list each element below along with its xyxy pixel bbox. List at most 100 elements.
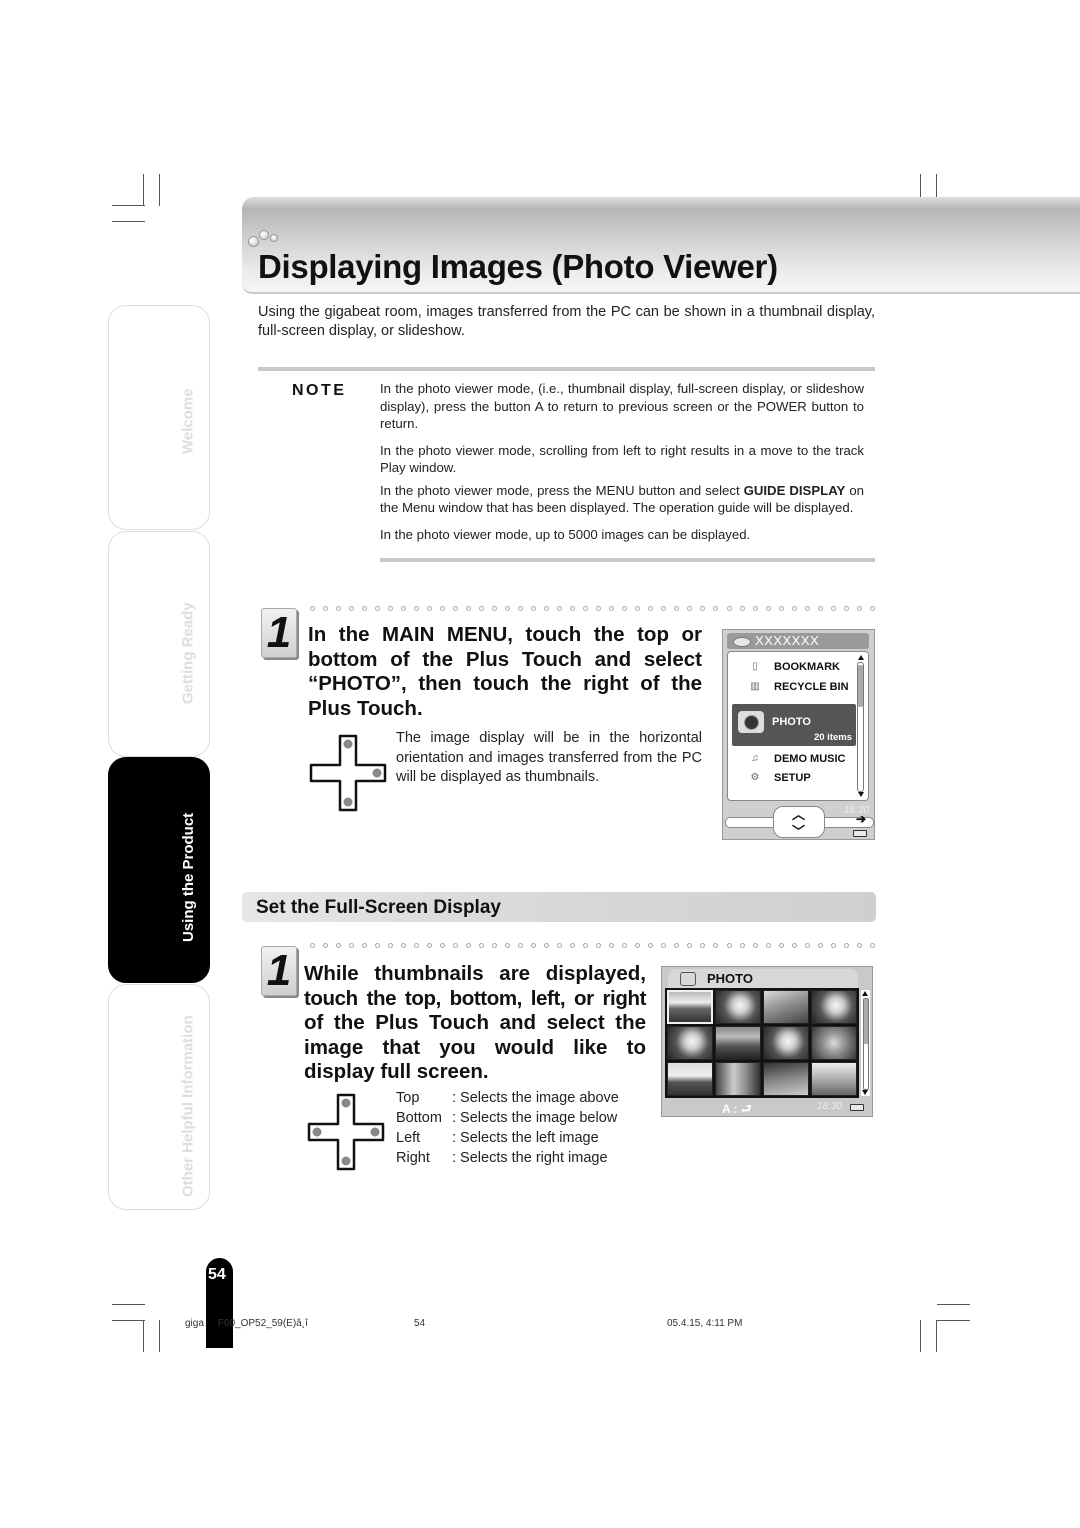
divider-dot — [479, 943, 485, 948]
step-number: 1 — [261, 608, 297, 658]
photo-thumbnail-road[interactable] — [667, 1062, 713, 1096]
divider-dot — [622, 943, 628, 948]
menu-item-setup[interactable]: SETUP — [774, 772, 811, 784]
divider-dot — [622, 606, 628, 611]
scroll-up-icon[interactable] — [862, 991, 868, 996]
divider-dot — [388, 943, 394, 948]
divider-dot — [505, 606, 511, 611]
crop-mark — [159, 1320, 160, 1352]
menu-item-recycle-bin[interactable]: RECYCLE BIN — [774, 681, 849, 693]
divider-dot — [648, 606, 654, 611]
photo-thumbnail-railway[interactable] — [763, 990, 809, 1024]
page-number: 54 — [208, 1266, 226, 1283]
divider-dot — [674, 606, 680, 611]
photo-thumbnail-cat[interactable] — [667, 1026, 713, 1060]
menu-item-photo[interactable]: PHOTO 20 items — [732, 704, 856, 746]
plus-touch-control: ︿ ﹀ 18:30 ➔ — [723, 805, 874, 839]
divider-dot — [843, 943, 849, 948]
scroll-up-icon[interactable] — [858, 655, 864, 660]
divider-dot — [583, 943, 589, 948]
intro-paragraph: Using the gigabeat room, images transfer… — [258, 304, 875, 339]
section-header: Set the Full-Screen Display — [242, 892, 876, 922]
divider-dot — [362, 606, 368, 611]
divider-dot — [453, 943, 459, 948]
divider-dot — [388, 606, 394, 611]
step-heading-line: of the Plus Touch and select the — [304, 1011, 646, 1034]
sidebar-tab-getting-ready[interactable]: Getting Ready — [108, 531, 210, 757]
divider-dot — [323, 943, 329, 948]
photo-thumbnail-building[interactable] — [811, 1062, 857, 1096]
scrollbar-thumb[interactable] — [858, 665, 863, 707]
crop-mark — [920, 1320, 921, 1352]
divider-dot — [570, 943, 576, 948]
step-description: The image display will be in the horizon… — [396, 730, 702, 785]
print-footer-datetime: 05.4.15, 4:11 PM — [667, 1318, 743, 1329]
photo-thumbnail-dog[interactable] — [811, 1026, 857, 1060]
photo-thumbnail-cat[interactable] — [811, 990, 857, 1024]
photo-thumbnail-cat[interactable] — [763, 1026, 809, 1060]
battery-icon — [853, 830, 867, 837]
divider-dot — [843, 606, 849, 611]
sidebar-tab-label: Welcome — [180, 388, 197, 454]
chevron-down-icon: ﹀ — [792, 824, 806, 839]
photo-scrollbar[interactable] — [861, 990, 870, 1096]
section-title: Set the Full-Screen Display — [256, 897, 501, 918]
crop-mark — [112, 205, 145, 206]
divider-dot — [648, 943, 654, 948]
scrollbar-track[interactable] — [863, 998, 869, 1090]
photo-thumbnail-city-skyline[interactable] — [715, 1026, 761, 1060]
direction-key: Left — [396, 1130, 421, 1146]
sidebar-tab-using-the-product[interactable]: Using the Product — [108, 757, 210, 983]
crop-mark — [937, 1304, 970, 1305]
divider-dot — [596, 943, 602, 948]
disc-icon — [733, 637, 751, 647]
step-heading-line: “PHOTO”, then touch the right of the — [308, 672, 702, 695]
divider-dot — [856, 943, 862, 948]
menu-item-bookmark[interactable]: BOOKMARK — [774, 661, 840, 673]
divider-dot — [414, 606, 420, 611]
scrollbar-thumb[interactable] — [864, 999, 868, 1044]
divider-dot — [869, 606, 875, 611]
photo-title-tab: PHOTO — [668, 969, 858, 988]
divider-dot — [700, 606, 706, 611]
bubble-decoration — [248, 236, 259, 247]
plus-touch-vertical[interactable]: ︿ ﹀ — [773, 806, 825, 839]
menu-scrollbar[interactable] — [857, 662, 864, 792]
device-photo-thumbnail-screen: PHOTO A : ⮐ 18:30 — [661, 966, 873, 1117]
divider-dot — [674, 943, 680, 948]
divider-dot — [505, 943, 511, 948]
sidebar-tab-other-helpful-information[interactable]: Other Helpful Information — [108, 984, 210, 1210]
step-heading: In the MAIN MENU, touch the top or botto… — [308, 623, 702, 721]
divider-dot — [869, 943, 875, 948]
divider-dot — [544, 606, 550, 611]
recycle-bin-icon: ▥ — [750, 681, 760, 692]
print-footer-page: 54 — [414, 1318, 426, 1329]
divider-dot — [687, 606, 693, 611]
direction-key: Top — [396, 1090, 420, 1106]
photo-thumbnail-street[interactable] — [763, 1062, 809, 1096]
menu-item-demo-music[interactable]: DEMO MUSIC — [774, 753, 846, 765]
photo-thumbnail-gate[interactable] — [715, 1062, 761, 1096]
divider-dot — [700, 943, 706, 948]
divider-dot — [739, 606, 745, 611]
divider-dot — [375, 943, 381, 948]
scroll-down-icon[interactable] — [858, 792, 864, 797]
direction-row: Bottom: Selects the image below — [396, 1108, 619, 1128]
photo-thumbnail-landscape[interactable] — [667, 990, 713, 1024]
divider-dot — [713, 606, 719, 611]
divider-dot — [778, 943, 784, 948]
music-icon: ♫ — [751, 753, 759, 764]
direction-list: Top: Selects the image above Bottom: Sel… — [396, 1088, 619, 1168]
divider-dot — [752, 943, 758, 948]
camera-icon — [738, 711, 764, 733]
step-heading-line: image that you would like to — [304, 1035, 646, 1059]
divider-dot — [336, 943, 342, 948]
divider-dot — [362, 943, 368, 948]
direction-row: Right: Selects the right image — [396, 1148, 619, 1168]
direction-row: Left: Selects the left image — [396, 1128, 619, 1148]
scroll-down-icon[interactable] — [862, 1090, 868, 1095]
divider-dot — [661, 943, 667, 948]
photo-thumbnail-cat[interactable] — [715, 990, 761, 1024]
sidebar-tab-welcome[interactable]: Welcome — [108, 305, 210, 530]
sidebar-tab-label: Using the Product — [180, 812, 197, 942]
